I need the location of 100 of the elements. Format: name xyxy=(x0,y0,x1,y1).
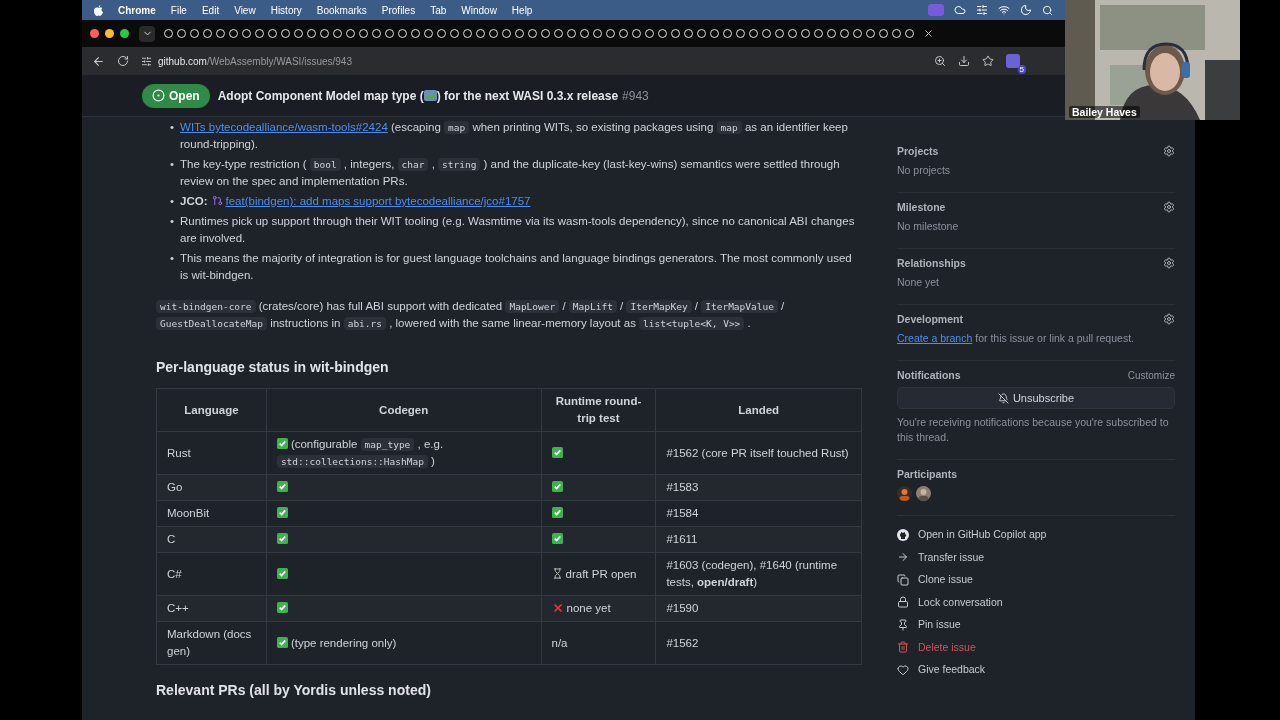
table-cell: #1611 xyxy=(655,526,862,553)
check-mark-icon xyxy=(551,446,563,458)
menu-item[interactable]: Help xyxy=(511,4,533,16)
unsubscribe-button[interactable]: Unsubscribe xyxy=(897,387,1175,409)
bullet-text: Runtimes pick up support through their WIT tooling (e.g. Wasmtime via its wasm-tools dependency), since no canonical ABI changes are involved. xyxy=(180,214,856,246)
section-title: Participants xyxy=(897,468,959,480)
sidebar-action[interactable]: Delete issue xyxy=(897,638,1175,656)
pull-request-icon xyxy=(211,195,223,206)
check-mark-icon xyxy=(276,481,288,492)
menu-item[interactable]: Tab xyxy=(430,4,447,16)
section-heading: Per-language status in wit-bindgen xyxy=(156,358,390,376)
site-info-icon[interactable] xyxy=(141,55,152,67)
reload-icon[interactable] xyxy=(117,55,129,67)
table-cell: none yet xyxy=(541,595,656,622)
close-window-button[interactable] xyxy=(90,29,99,38)
menu-item[interactable]: Bookmarks xyxy=(316,4,367,16)
check-mark-icon xyxy=(551,507,563,518)
gear-icon xyxy=(1163,257,1175,269)
moon-icon[interactable] xyxy=(1020,4,1032,16)
check-mark-icon xyxy=(276,602,288,613)
menu-item[interactable]: View xyxy=(234,4,256,16)
table-cell: MoonBit xyxy=(156,500,267,527)
table-cell: (configurable map_type , e.g. std::collections::HashMap ) xyxy=(266,431,542,475)
section-title: Development xyxy=(897,313,963,325)
sidebar-action[interactable]: Lock conversation xyxy=(897,593,1175,611)
gear-icon xyxy=(1163,313,1175,325)
cloud-icon[interactable] xyxy=(954,4,966,16)
bullet-marker: • xyxy=(170,214,175,229)
pull-request-link[interactable]: feat(bindgen): add maps support bytecodealliance/jco#1757 xyxy=(211,195,531,207)
check-mark-icon xyxy=(551,481,563,492)
check-mark-icon xyxy=(276,507,288,518)
settings-button[interactable] xyxy=(1163,257,1175,269)
table-cell: Rust xyxy=(156,431,267,475)
close-tab-icon[interactable] xyxy=(923,28,934,39)
status-badge: Open xyxy=(142,83,210,108)
back-icon[interactable] xyxy=(92,54,105,68)
arrow-right-icon xyxy=(897,551,909,564)
table-cell: n/a xyxy=(541,621,656,665)
sidebar-action[interactable]: Transfer issue xyxy=(897,548,1175,566)
bullet-marker: • xyxy=(170,251,175,266)
table-cell: draft PR open xyxy=(541,552,656,596)
bullet-marker: • xyxy=(170,194,175,209)
bookmark-star-icon[interactable] xyxy=(982,55,994,67)
trash-icon xyxy=(897,641,909,654)
paragraph: wit-bindgen-core (crates/core) has full ABI support with dedicated MapLower / MapLift / IterMapKey / IterMapValue / GuestDeallocateMap instructions in abi.rs , lowered with the same linear-memory layout as list<tuple<K, V>> . xyxy=(156,298,862,332)
customize-link[interactable]: Customize xyxy=(1127,369,1175,381)
copy-icon xyxy=(897,573,909,586)
bullet-text: JCO: feat(bindgen): add maps support bytecodealliance/jco#1757 xyxy=(180,194,531,209)
url-text[interactable]: github.com/WebAssembly/WASI/issues/943 xyxy=(158,55,352,67)
sliders-icon[interactable] xyxy=(976,4,988,16)
apple-logo-icon[interactable] xyxy=(94,4,103,16)
bullet-marker: • xyxy=(170,120,175,135)
table-cell: #1584 xyxy=(655,500,862,527)
table-cell: #1562 xyxy=(655,621,862,665)
map-icon xyxy=(423,90,437,101)
extension-badge: 5 xyxy=(1017,65,1026,74)
menu-item[interactable]: Edit xyxy=(201,4,220,16)
search-icon[interactable] xyxy=(1042,4,1053,16)
minimize-window-button[interactable] xyxy=(105,29,114,38)
sidebar-action[interactable]: Pin issue xyxy=(897,616,1175,634)
menu-item[interactable]: History xyxy=(270,4,302,16)
menu-item[interactable]: Profiles xyxy=(381,4,416,16)
column-header: Landed xyxy=(655,388,862,432)
column-header: Runtime round-trip test xyxy=(541,388,656,432)
settings-button[interactable] xyxy=(1163,201,1175,213)
bullet-text: The key-type restriction ( bool , integers, char , string ) and the duplicate-key (last-key-wins) semantics were settled through review on the spec and implementation PRs. xyxy=(180,157,841,189)
menu-item[interactable]: File xyxy=(170,4,187,16)
tab-list-button[interactable] xyxy=(139,25,155,42)
app-menu[interactable]: Chrome xyxy=(118,4,156,16)
bell-off-icon xyxy=(997,392,1009,404)
sidebar-action[interactable]: Give feedback xyxy=(897,661,1175,679)
bullet-text: WITs bytecodealliance/wasm-tools#2424 (escaping map when printing WITs, so existing packages using map as an identifier keep round-tripping). xyxy=(180,120,849,152)
table-cell: C# xyxy=(156,552,267,596)
settings-button[interactable] xyxy=(1163,313,1175,325)
column-header: Language xyxy=(156,388,267,432)
section-title: Projects xyxy=(897,145,939,157)
zoom-window-button[interactable] xyxy=(120,29,129,38)
gear-icon xyxy=(1163,201,1175,213)
bullet-marker: • xyxy=(170,157,175,172)
install-icon[interactable] xyxy=(958,55,970,67)
check-mark-icon xyxy=(276,567,288,579)
section-title: Notifications xyxy=(897,369,961,381)
settings-button[interactable] xyxy=(1163,145,1175,157)
link[interactable]: WITs bytecodealliance/wasm-tools#2424 xyxy=(180,121,388,133)
create-branch-link[interactable]: Create a branch xyxy=(897,332,973,344)
sidebar-action[interactable]: Open in GitHub Copilot app xyxy=(897,526,1175,544)
table-cell: C xyxy=(156,526,267,553)
zoom-icon[interactable] xyxy=(934,55,946,67)
gear-icon xyxy=(1163,145,1175,157)
menu-item[interactable]: Window xyxy=(461,4,497,16)
table-cell: #1562 (core PR itself touched Rust) xyxy=(655,431,862,475)
section-value: No milestone xyxy=(897,219,960,234)
github-icon xyxy=(897,528,909,541)
wifi-icon[interactable] xyxy=(998,4,1010,16)
check-mark-icon xyxy=(276,533,288,544)
table-cell: (type rendering only) xyxy=(266,621,542,665)
lock-icon xyxy=(897,596,909,609)
table-cell: #1603 (codegen), #1640 (runtime tests, open/draft) xyxy=(655,552,862,596)
circle-dot-icon xyxy=(152,89,165,102)
sidebar-action[interactable]: Clone issue xyxy=(897,571,1175,589)
